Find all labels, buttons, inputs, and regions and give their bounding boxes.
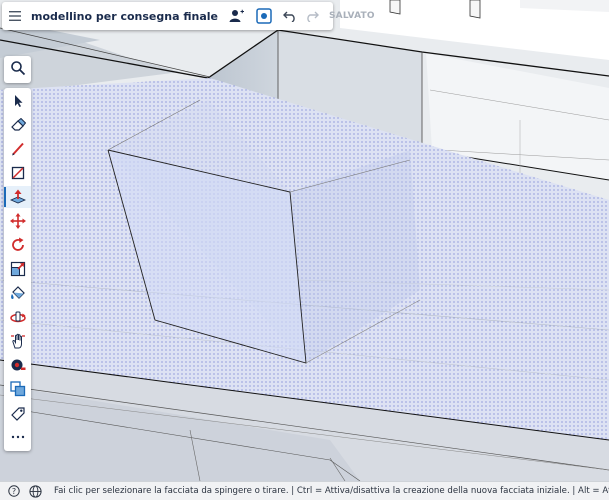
top-bar: modellino per consegna finale SALVATO bbox=[2, 2, 375, 30]
paint-bucket-icon bbox=[10, 286, 25, 299]
model-title[interactable]: modellino per consegna finale bbox=[31, 10, 218, 23]
collaborators-icon[interactable] bbox=[229, 9, 245, 23]
tool-palette bbox=[4, 88, 31, 451]
eraser-icon bbox=[10, 118, 26, 131]
tool-rotate[interactable] bbox=[4, 234, 31, 256]
status-message: Fai clic per selezionare la facciata da … bbox=[54, 486, 609, 496]
more-icon bbox=[11, 435, 24, 439]
tool-select[interactable] bbox=[4, 90, 31, 112]
redo-icon[interactable] bbox=[305, 10, 319, 22]
pencil-icon bbox=[11, 142, 24, 156]
undo-icon[interactable] bbox=[282, 10, 297, 22]
tag-icon bbox=[10, 407, 25, 421]
menu-icon[interactable] bbox=[8, 10, 22, 22]
arrow-icon bbox=[14, 95, 22, 107]
tool-rectangle[interactable] bbox=[4, 162, 31, 184]
tool-move[interactable] bbox=[4, 210, 31, 232]
push-pull-icon bbox=[9, 189, 26, 204]
hand-icon bbox=[10, 333, 25, 349]
help-icon[interactable]: ? bbox=[8, 485, 20, 497]
components-icon bbox=[9, 381, 25, 397]
tool-paint-bucket[interactable] bbox=[4, 282, 31, 304]
tool-tape-measure[interactable] bbox=[4, 354, 31, 376]
tool-pan[interactable] bbox=[4, 330, 31, 352]
rotate-icon bbox=[11, 237, 24, 251]
tool-tag[interactable] bbox=[4, 402, 31, 424]
scene-canvas[interactable] bbox=[0, 0, 609, 481]
tool-orbit[interactable] bbox=[4, 306, 31, 328]
tool-line[interactable] bbox=[4, 138, 31, 160]
tool-scale[interactable] bbox=[4, 258, 31, 280]
saved-status: SALVATO bbox=[328, 11, 375, 21]
scale-icon bbox=[10, 261, 25, 277]
tool-eraser[interactable] bbox=[4, 114, 31, 136]
3d-viewport[interactable] bbox=[0, 0, 609, 481]
status-bar: ? Fai clic per selezionare la facciata d… bbox=[0, 481, 609, 500]
svg-text:?: ? bbox=[12, 487, 16, 496]
tool-push-pull[interactable] bbox=[4, 186, 31, 208]
scene-icon[interactable] bbox=[256, 8, 272, 24]
tool-components[interactable] bbox=[4, 378, 31, 400]
tool-more[interactable] bbox=[4, 426, 31, 448]
move-icon bbox=[9, 213, 26, 229]
search-button[interactable] bbox=[4, 56, 31, 83]
rectangle-icon bbox=[11, 166, 24, 180]
orbit-icon bbox=[9, 311, 26, 323]
globe-icon[interactable] bbox=[29, 484, 42, 498]
magnifier-icon bbox=[10, 60, 26, 80]
tape-icon bbox=[11, 359, 25, 371]
